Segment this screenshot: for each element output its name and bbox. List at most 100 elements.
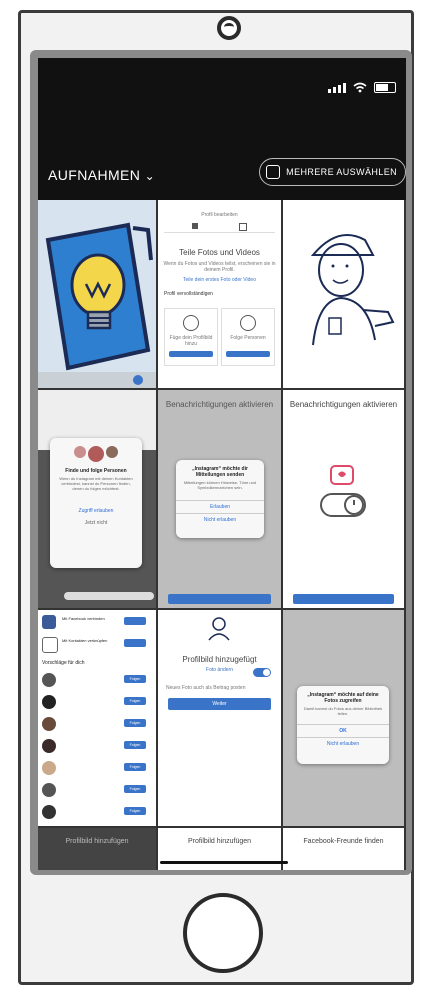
not-now-link[interactable]: Jetzt nicht: [50, 517, 142, 529]
caption-text: Profilbild hinzufügen: [187, 838, 252, 845]
dialog-title: „Instagram“ möchte dir Mitteilungen send…: [192, 466, 248, 478]
suggestion-card[interactable]: Füge dein Profilbild hinzu: [164, 308, 218, 366]
avatar: [42, 805, 56, 819]
allow-access-button[interactable]: Zugriff erlauben: [50, 505, 142, 517]
tagged-icon: [239, 223, 247, 231]
notification-toggle-illustration: [320, 465, 366, 517]
next-button[interactable]: Weiter: [168, 698, 271, 710]
follow-button[interactable]: Folgen: [124, 697, 146, 705]
allow-button[interactable]: Erlauben: [176, 500, 264, 513]
caption-text: Profilbild hinzufügen: [65, 838, 129, 845]
avatar: [42, 783, 56, 797]
photo-tile-lightbulb[interactable]: [38, 200, 156, 388]
follow-button[interactable]: Folgen: [124, 741, 146, 749]
table-row: Folgen: [42, 716, 152, 734]
photo-tile-cartoon-man[interactable]: [283, 200, 404, 388]
complete-profile-label: Profil vervollständigen: [164, 291, 213, 297]
table-row: Folgen: [42, 672, 152, 690]
home-button[interactable]: [183, 893, 263, 973]
photo-tile-notifications[interactable]: Benachrichtigungen aktivieren: [283, 390, 404, 608]
tile-title: Profil bearbeiten: [201, 212, 238, 218]
caption-text: Facebook-Freunde finden: [303, 838, 384, 845]
cartoon-man-illustration: [310, 234, 395, 346]
avatar: [42, 761, 56, 775]
gallery-header: AUFNAHMEN ⌄ MEHRERE AUSWÄHLEN: [38, 158, 406, 194]
notifications-dialog: „Instagram“ möchte dir Mitteilungen send…: [176, 460, 264, 538]
photo-tile-profile-picture-added[interactable]: Profilbild hinzugefügt Foto ändern Neues…: [158, 610, 281, 826]
follow-button[interactable]: Folgen: [124, 719, 146, 727]
stack-icon: [266, 165, 281, 179]
phone-screen: AUFNAHMEN ⌄ MEHRERE AUSWÄHLEN Profil bea: [38, 58, 406, 870]
dialog-body: Mitteilungen können Hinweise, Töne und S…: [183, 480, 257, 490]
find-people-dialog: Finde und folge Personen Wenn du Instagr…: [50, 438, 142, 568]
table-row: Folgen: [42, 694, 152, 712]
photo-tile-follow-suggestions[interactable]: Mit Facebook verbinden Mit Kontakten ver…: [38, 610, 156, 826]
photo-tile-caption-3[interactable]: Facebook-Freunde finden: [283, 828, 404, 870]
dialog-body: Wenn du Instagram mit deinen Kontakten v…: [59, 476, 133, 491]
ok-button[interactable]: OK: [297, 724, 389, 737]
photo-tile-notifications-dialog[interactable]: Benachrichtigungen aktivieren „Instagram…: [158, 390, 281, 608]
contacts-icon: [42, 637, 58, 653]
suggestion-card[interactable]: Folge Personen: [221, 308, 275, 366]
camera-icon: [183, 315, 199, 331]
follow-button[interactable]: Folgen: [124, 763, 146, 771]
dialog-title: „Instagram“ möchte auf deine Fotos zugre…: [307, 692, 379, 704]
signal-icon: [328, 82, 346, 93]
share-link[interactable]: Teile dein erstes Foto oder Video: [158, 277, 281, 283]
list-item: Mit Facebook verbinden: [42, 614, 152, 632]
table-row: Folgen: [42, 804, 152, 822]
card-button[interactable]: [169, 351, 213, 357]
photo-tile-caption-1[interactable]: Profilbild hinzufügen: [38, 828, 156, 870]
album-label: AUFNAHMEN: [48, 167, 141, 183]
card-label: Füge dein Profilbild hinzu: [169, 335, 213, 347]
table-row: Folgen: [42, 738, 152, 756]
photo-grid: Profil bearbeiten Teile Fotos und Videos…: [38, 200, 406, 870]
people-icon: [240, 315, 256, 331]
chevron-down-icon: ⌄: [144, 169, 156, 183]
share-body: Wenn du Fotos und Videos teilst, erschei…: [163, 261, 276, 273]
avatar: [42, 695, 56, 709]
connect-button[interactable]: [124, 639, 146, 647]
dialog-body: Damit kannst du Fotos aus deiner Bibliot…: [303, 706, 383, 716]
home-indicator[interactable]: [160, 861, 288, 864]
list-item-label: Mit Kontakten verknüpfen: [62, 638, 108, 643]
select-multiple-button[interactable]: MEHRERE AUSWÄHLEN: [259, 158, 406, 186]
tab-bar: [164, 222, 275, 233]
toggle-label: Neues Foto auch als Beitrag posten: [166, 685, 246, 691]
table-row: Folgen: [42, 782, 152, 800]
follow-button[interactable]: Folgen: [124, 785, 146, 793]
profile-photo-icon: [208, 617, 230, 641]
follow-button[interactable]: Folgen: [124, 675, 146, 683]
tile-title: Benachrichtigungen aktivieren: [165, 400, 274, 409]
follow-button[interactable]: Folgen: [124, 807, 146, 815]
list-item-label: Mit Facebook verbinden: [62, 616, 105, 621]
deny-button[interactable]: Nicht erlauben: [176, 513, 264, 526]
photo-tile-find-people[interactable]: Finde und folge Personen Wenn du Instagr…: [38, 390, 156, 608]
connect-button[interactable]: [124, 617, 146, 625]
photo-tile-photo-access-dialog[interactable]: „Instagram“ möchte auf deine Fotos zugre…: [283, 610, 404, 826]
photo-access-dialog: „Instagram“ möchte auf deine Fotos zugre…: [297, 686, 389, 764]
activate-button[interactable]: [293, 594, 394, 604]
card-button[interactable]: [226, 351, 270, 357]
post-toggle[interactable]: [253, 668, 271, 677]
activate-button[interactable]: [168, 594, 271, 604]
avatar: [42, 739, 56, 753]
bottom-button[interactable]: [64, 592, 154, 600]
dialog-title: Finde und folge Personen: [65, 468, 127, 474]
status-bar: [328, 82, 396, 93]
album-selector[interactable]: AUFNAHMEN ⌄: [48, 167, 155, 183]
people-avatars: [50, 446, 142, 462]
profile-picture-heading: Profilbild hinzugefügt: [182, 655, 257, 664]
facebook-icon: [42, 615, 56, 629]
front-camera-icon: [217, 16, 241, 40]
grid-icon: [192, 223, 198, 229]
tile-title: Benachrichtigungen aktivieren: [289, 400, 398, 409]
suggestions-heading: Vorschläge für dich: [42, 660, 85, 666]
deny-button[interactable]: Nicht erlauben: [297, 737, 389, 750]
card-label: Folge Personen: [230, 335, 266, 341]
avatar: [42, 673, 56, 687]
table-row: Folgen: [42, 760, 152, 778]
battery-icon: [374, 82, 396, 93]
list-item: Mit Kontakten verknüpfen: [42, 636, 152, 654]
photo-tile-profile-screen[interactable]: Profil bearbeiten Teile Fotos und Videos…: [158, 200, 281, 388]
